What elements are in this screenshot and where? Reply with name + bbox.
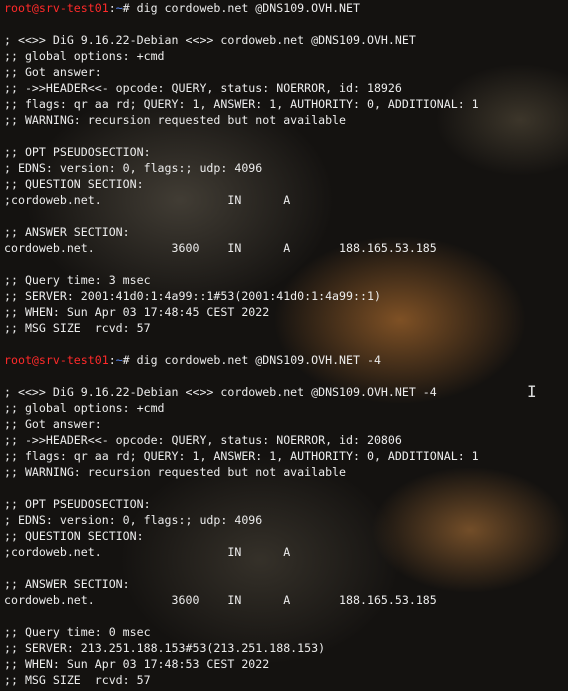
prompt-separator: : xyxy=(108,1,116,15)
prompt-path: ~ xyxy=(115,1,123,15)
output-line: ;; global options: +cmd xyxy=(4,49,165,63)
prompt-path: ~ xyxy=(115,353,123,367)
text-ibeam-cursor-icon: I xyxy=(527,382,537,401)
output-line: ;; ANSWER SECTION: xyxy=(4,577,130,591)
output-line: ;; Got answer: xyxy=(4,417,102,431)
output-line: ;; Query time: 3 msec xyxy=(4,273,151,287)
output-line: ;cordoweb.net. IN A xyxy=(4,193,291,207)
output-line: ;; MSG SIZE rcvd: 57 xyxy=(4,321,151,335)
output-line: ; <<>> DiG 9.16.22-Debian <<>> cordoweb.… xyxy=(4,33,416,47)
output-line: cordoweb.net. 3600 IN A 188.165.53.185 xyxy=(4,593,437,607)
output-line: ;; WARNING: recursion requested but not … xyxy=(4,465,347,479)
output-line: ; <<>> DiG 9.16.22-Debian <<>> cordoweb.… xyxy=(4,385,437,399)
output-line: ; EDNS: version: 0, flags:; udp: 4096 xyxy=(4,161,263,175)
output-line: ;; global options: +cmd xyxy=(4,401,165,415)
output-line: ;; WHEN: Sun Apr 03 17:48:45 CEST 2022 xyxy=(4,305,270,319)
command-text: dig cordoweb.net @DNS109.OVH.NET xyxy=(136,1,361,15)
prompt-user-host: root@srv-test01 xyxy=(4,1,109,15)
output-line: ; EDNS: version: 0, flags:; udp: 4096 xyxy=(4,513,263,527)
terminal-output[interactable]: root@srv-test01:~# dig cordoweb.net @DNS… xyxy=(4,0,568,691)
output-line: ;; ->>HEADER<<- opcode: QUERY, status: N… xyxy=(4,81,402,95)
output-line: ;; QUESTION SECTION: xyxy=(4,529,144,543)
output-line: ;; QUESTION SECTION: xyxy=(4,177,144,191)
output-line: cordoweb.net. 3600 IN A 188.165.53.185 xyxy=(4,241,437,255)
output-line: ;; SERVER: 2001:41d0:1:4a99::1#53(2001:4… xyxy=(4,289,381,303)
output-line: ;cordoweb.net. IN A xyxy=(4,545,291,559)
command-text: dig cordoweb.net @DNS109.OVH.NET -4 xyxy=(136,353,381,367)
prompt-user-host: root@srv-test01 xyxy=(4,353,109,367)
output-line: ;; SERVER: 213.251.188.153#53(213.251.18… xyxy=(4,641,326,655)
output-line: ;; Got answer: xyxy=(4,65,102,79)
output-line: ;; ANSWER SECTION: xyxy=(4,225,130,239)
output-line: ;; WARNING: recursion requested but not … xyxy=(4,113,347,127)
prompt-line: root@srv-test01:~# dig cordoweb.net @DNS… xyxy=(4,0,568,16)
output-line: ;; OPT PSEUDOSECTION: xyxy=(4,497,151,511)
output-line: ;; flags: qr aa rd; QUERY: 1, ANSWER: 1,… xyxy=(4,97,479,111)
output-line: ;; Query time: 0 msec xyxy=(4,625,151,639)
prompt-separator: : xyxy=(108,353,116,367)
prompt-line: root@srv-test01:~# dig cordoweb.net @DNS… xyxy=(4,352,568,368)
output-line: ;; flags: qr aa rd; QUERY: 1, ANSWER: 1,… xyxy=(4,449,479,463)
prompt-symbol: # xyxy=(122,353,137,367)
prompt-symbol: # xyxy=(122,1,137,15)
output-line: ;; WHEN: Sun Apr 03 17:48:53 CEST 2022 xyxy=(4,657,270,671)
output-line: ;; ->>HEADER<<- opcode: QUERY, status: N… xyxy=(4,433,402,447)
output-line: ;; OPT PSEUDOSECTION: xyxy=(4,145,151,159)
output-line: ;; MSG SIZE rcvd: 57 xyxy=(4,673,151,687)
